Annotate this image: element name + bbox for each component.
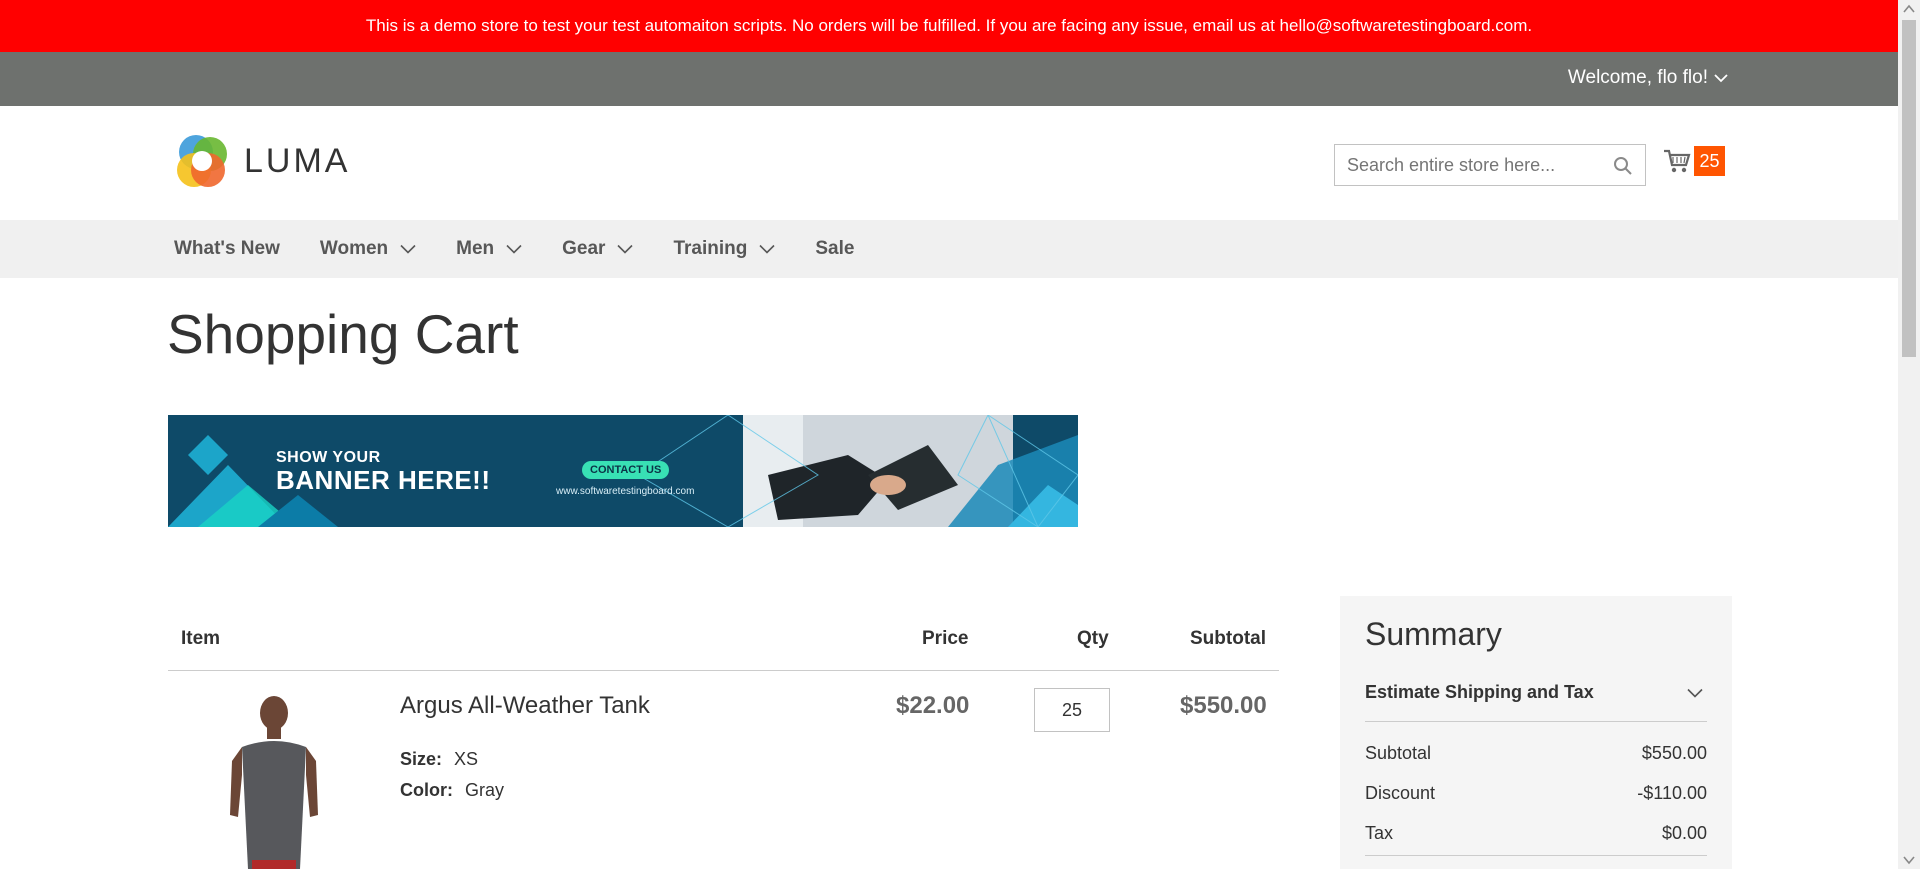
estimate-shipping-toggle[interactable]: Estimate Shipping and Tax <box>1365 664 1707 722</box>
site-header: LUMA 25 <box>0 106 1898 220</box>
main-navigation: What's New Women Men Gear Training Sale <box>0 220 1898 278</box>
chevron-down-icon <box>400 244 416 254</box>
promo-banner[interactable]: SHOW YOUR BANNER HERE!! CONTACT US www.s… <box>168 415 1078 527</box>
search-icon[interactable] <box>1613 156 1633 176</box>
chevron-down-icon <box>1687 688 1703 698</box>
nav-item-gear[interactable]: Gear <box>562 238 634 260</box>
nav-item-label: Sale <box>815 238 855 259</box>
summary-title: Summary <box>1365 616 1502 652</box>
shopping-cart-icon <box>1664 149 1691 173</box>
product-image[interactable] <box>212 695 332 869</box>
chevron-down-icon <box>506 244 522 254</box>
top-account-bar: Welcome, flo flo! <box>0 52 1898 106</box>
product-option-color: Color: Gray <box>400 780 504 801</box>
welcome-text: Welcome, flo flo! <box>1567 67 1708 88</box>
option-value: Gray <box>465 780 505 800</box>
brand-name: LUMA <box>244 141 351 180</box>
nav-item-training[interactable]: Training <box>673 238 775 260</box>
luma-logo-mark-icon <box>177 135 227 187</box>
scroll-down-arrow-icon[interactable] <box>1903 855 1915 865</box>
page-title: Shopping Cart <box>167 303 519 365</box>
banner-url: www.softwaretestingboard.com <box>556 486 695 497</box>
item-price: $22.00 <box>896 692 970 719</box>
cart-count-badge: 25 <box>1694 146 1725 176</box>
search-input[interactable] <box>1335 145 1605 185</box>
chevron-down-icon <box>1714 74 1728 83</box>
header-item: Item <box>181 628 221 649</box>
summary-label: Subtotal <box>1365 743 1432 763</box>
summary-value: -$110.00 <box>1637 783 1707 803</box>
nav-item-men[interactable]: Men <box>456 238 522 260</box>
option-label: Color: <box>400 780 453 800</box>
nav-item-label: Gear <box>562 238 606 259</box>
scroll-up-arrow-icon[interactable] <box>1903 4 1915 14</box>
summary-divider <box>1365 855 1707 856</box>
scrollbar-thumb[interactable] <box>1902 20 1916 357</box>
header-price: Price <box>922 628 969 649</box>
nav-item-label: What's New <box>174 238 280 259</box>
summary-value: $550.00 <box>1641 743 1707 763</box>
customer-welcome-menu[interactable]: Welcome, flo flo! <box>1568 67 1728 89</box>
nav-item-women[interactable]: Women <box>320 238 416 260</box>
nav-item-label: Training <box>673 238 748 259</box>
header-divider <box>168 670 1279 671</box>
nav-item-what-s-new[interactable]: What's New <box>174 238 280 260</box>
banner-contact-button[interactable]: CONTACT US <box>582 461 670 479</box>
luma-logo[interactable]: LUMA <box>174 132 350 190</box>
product-name-link[interactable]: Argus All-Weather Tank <box>400 692 650 720</box>
search-box <box>1334 144 1646 186</box>
summary-label: Tax <box>1365 823 1394 843</box>
minicart-link[interactable]: 25 <box>1662 146 1725 176</box>
summary-subtotal-row: Subtotal $550.00 <box>1365 743 1707 764</box>
nav-list: What's New Women Men Gear Training Sale <box>174 220 894 278</box>
summary-label: Discount <box>1365 783 1436 803</box>
order-summary: Summary Estimate Shipping and Tax Subtot… <box>1340 596 1732 869</box>
option-value: XS <box>454 749 479 769</box>
qty-input[interactable] <box>1034 688 1110 732</box>
summary-tax-row: Tax $0.00 <box>1365 823 1707 844</box>
summary-value: $0.00 <box>1661 823 1707 843</box>
nav-item-label: Men <box>456 238 495 259</box>
nav-item-label: Women <box>319 238 389 259</box>
nav-item-sale[interactable]: Sale <box>815 238 854 260</box>
chevron-down-icon <box>617 244 634 254</box>
demo-notice-bar: This is a demo store to test your test a… <box>0 0 1898 52</box>
chevron-down-icon <box>759 244 775 254</box>
product-option-size: Size: XS <box>400 749 478 770</box>
item-subtotal: $550.00 <box>1180 692 1267 719</box>
option-label: Size: <box>400 749 443 769</box>
estimate-shipping-label: Estimate Shipping and Tax <box>1365 682 1594 702</box>
header-subtotal: Subtotal <box>1190 628 1266 649</box>
page-scrollbar[interactable] <box>1898 0 1920 869</box>
banner-headline-2: BANNER HERE!! <box>276 465 491 495</box>
summary-discount-row: Discount -$110.00 <box>1365 783 1707 804</box>
demo-notice-text: This is a demo store to test your test a… <box>365 16 1533 35</box>
header-qty: Qty <box>1077 628 1109 649</box>
